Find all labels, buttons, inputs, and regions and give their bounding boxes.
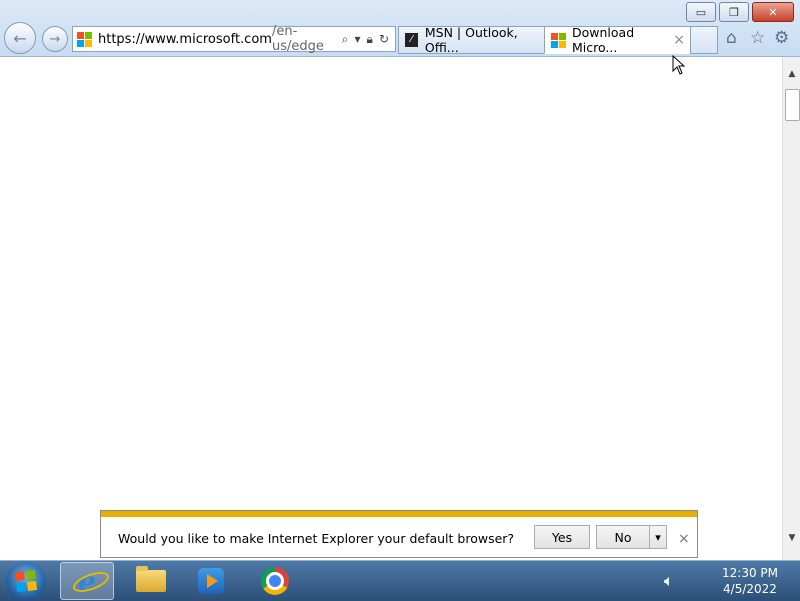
notification-close-icon[interactable]: ×: [678, 531, 690, 547]
search-icon[interactable]: ⌕: [342, 32, 349, 47]
page-content: [0, 57, 782, 560]
refresh-icon[interactable]: ↻: [379, 32, 389, 47]
url-host: https://www.microsoft.com: [98, 31, 272, 47]
scroll-down-icon[interactable]: ▼: [783, 529, 800, 547]
back-button[interactable]: ←: [4, 22, 36, 54]
tab-download-edge[interactable]: Download Micro... ×: [544, 25, 692, 55]
start-button[interactable]: [6, 562, 46, 600]
tab-label: MSN | Outlook, Offi...: [424, 25, 518, 55]
no-button[interactable]: No: [596, 525, 650, 549]
window-controls: ▭ ❐ ✕: [683, 2, 794, 22]
taskbar-chrome[interactable]: [248, 562, 302, 600]
default-browser-notification: Would you like to make Internet Explorer…: [100, 510, 698, 558]
address-bar[interactable]: https://www.microsoft.com/en-us/edge ⌕ ▾…: [72, 24, 396, 54]
new-tab-button[interactable]: [690, 26, 718, 54]
system-clock[interactable]: 12:30 PM 4/5/2022: [712, 565, 788, 597]
tab-msn[interactable]: ⁄ MSN | Outlook, Offi...: [398, 25, 546, 55]
minimize-button[interactable]: ▭: [686, 2, 716, 22]
no-dropdown-button[interactable]: ▾: [649, 525, 667, 549]
tab-label: Download Micro...: [572, 25, 635, 55]
forward-button[interactable]: →: [42, 26, 68, 52]
restore-button[interactable]: ❐: [719, 2, 749, 22]
favorites-star-icon[interactable]: ☆: [750, 28, 765, 48]
mouse-cursor-icon: [672, 55, 686, 75]
microsoft-logo-icon: [551, 32, 566, 48]
forward-arrow-icon: →: [49, 31, 61, 47]
chrome-icon: [261, 567, 289, 595]
notification-message: Would you like to make Internet Explorer…: [118, 531, 515, 546]
close-tab-icon[interactable]: ×: [673, 32, 691, 48]
volume-icon[interactable]: 🔈︎: [664, 571, 674, 591]
clock-time: 12:30 PM: [722, 566, 778, 580]
yes-button[interactable]: Yes: [534, 525, 590, 549]
taskbar-media-player[interactable]: [184, 562, 238, 600]
scroll-up-icon[interactable]: ▲: [783, 65, 800, 83]
folder-icon: [136, 566, 166, 592]
lock-icon[interactable]: 🔒︎: [367, 32, 373, 47]
address-icons: ⌕ ▾ 🔒︎ ↻: [342, 32, 395, 47]
windows-flag-icon: [15, 570, 37, 592]
ie-window: ▭ ❐ ✕ ← → https://www.microsoft.com/en-u…: [0, 0, 800, 560]
dropdown-icon[interactable]: ▾: [355, 32, 361, 47]
vertical-scrollbar[interactable]: ▲ ▼: [782, 57, 800, 560]
msn-favicon-icon: ⁄: [405, 33, 418, 47]
url-path: /en-us/edge: [271, 24, 324, 54]
taskbar-file-explorer[interactable]: [124, 562, 178, 600]
media-player-icon: [198, 568, 224, 594]
home-icon[interactable]: ⌂: [726, 28, 737, 48]
close-window-button[interactable]: ✕: [752, 2, 794, 22]
taskbar: e 🔈︎ 12:30 PM 4/5/2022: [0, 560, 800, 601]
clock-date: 4/5/2022: [723, 582, 777, 596]
settings-gear-icon[interactable]: ⚙: [774, 28, 789, 48]
back-arrow-icon: ←: [13, 28, 27, 48]
browser-frame: ▭ ❐ ✕ ← → https://www.microsoft.com/en-u…: [0, 0, 800, 57]
microsoft-logo-icon: [77, 31, 92, 47]
scroll-thumb[interactable]: [785, 89, 800, 121]
taskbar-internet-explorer[interactable]: e: [60, 562, 114, 600]
notification-strip: [101, 511, 697, 517]
internet-explorer-icon: e: [70, 565, 112, 598]
